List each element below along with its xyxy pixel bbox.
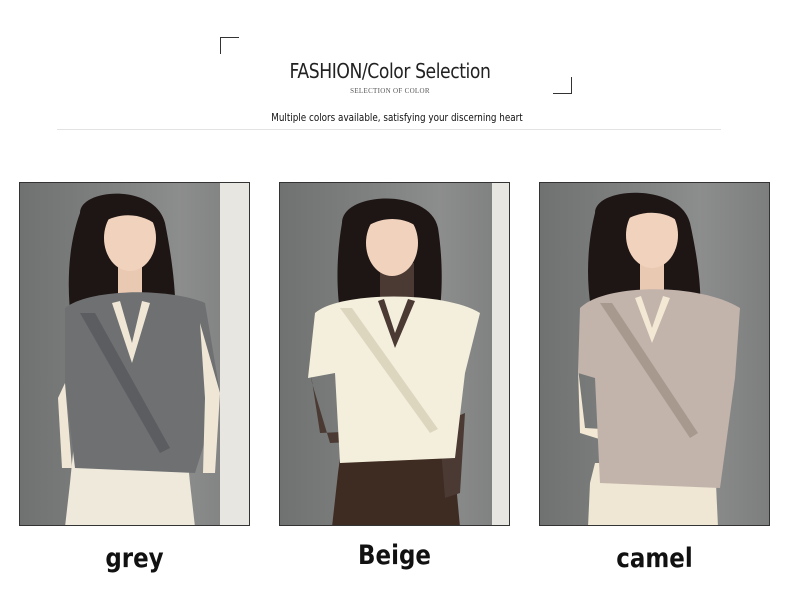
page-tagline: Multiple colors available, satisfying yo… (271, 111, 523, 124)
page-subtitle: SELECTION OF COLOR (350, 87, 430, 95)
product-photo-beige[interactable] (279, 182, 510, 526)
color-label-camel: camel (616, 543, 693, 574)
color-label-grey: grey (105, 543, 164, 574)
model-illustration (58, 183, 249, 525)
model-illustration (578, 192, 740, 525)
model-illustration (308, 183, 509, 525)
product-photo-grey[interactable] (19, 182, 250, 526)
color-label-beige: Beige (358, 540, 431, 571)
corner-bracket-top-left (220, 37, 239, 54)
header-divider (57, 129, 721, 130)
product-photo-camel[interactable] (539, 182, 770, 526)
page-title: FASHION/Color Selection (289, 59, 491, 83)
